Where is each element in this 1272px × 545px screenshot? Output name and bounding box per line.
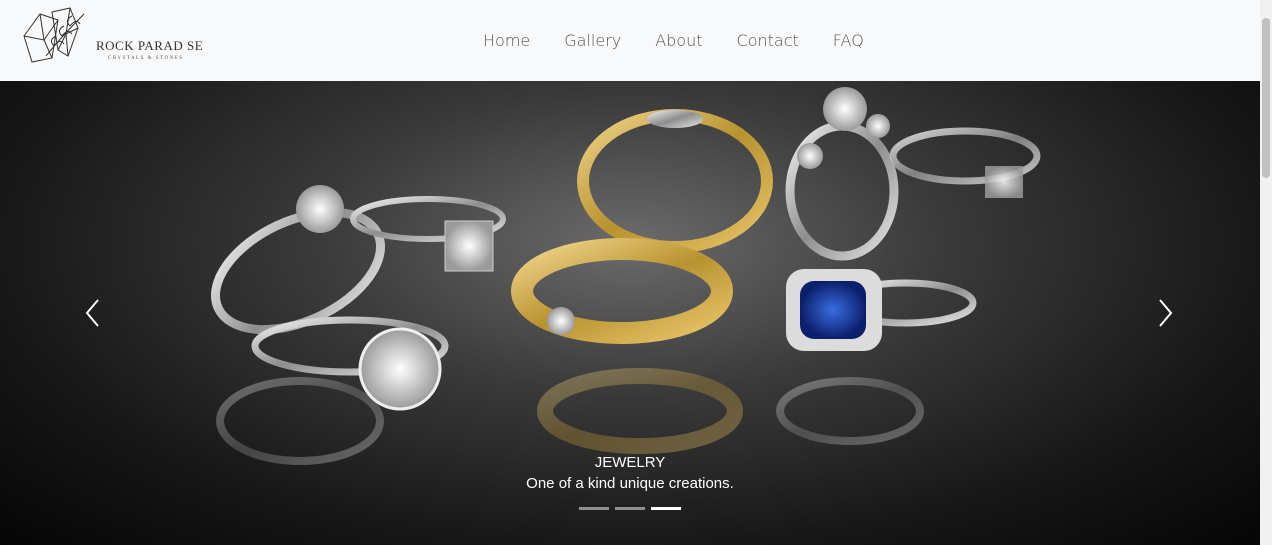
chevron-right-icon: [1159, 299, 1173, 327]
slide-text: One of a kind unique creations.: [526, 475, 734, 492]
slide-title: JEWELRY: [594, 454, 666, 471]
crystal-logo-icon: [23, 7, 85, 63]
brand-name: ROCK PARAD SE: [96, 38, 204, 53]
nav-contact[interactable]: Contact: [720, 31, 816, 50]
carousel-caption: JEWELRY One of a kind unique creations.: [0, 453, 1260, 495]
nav-gallery[interactable]: Gallery: [547, 31, 638, 50]
carousel-indicator-3[interactable]: [651, 507, 681, 510]
nav-faq[interactable]: FAQ: [816, 31, 881, 50]
nav-menu: Home Gallery About Contact FAQ: [466, 0, 881, 81]
nav-about[interactable]: About: [638, 31, 719, 50]
chevron-left-icon: [85, 299, 99, 327]
page-scrollbar[interactable]: [1260, 0, 1272, 545]
hero-carousel: JEWELRY One of a kind unique creations.: [0, 81, 1260, 545]
carousel-indicators: [579, 507, 681, 510]
brand-tagline: CRYSTALS & STONES: [108, 56, 184, 61]
brand-logo[interactable]: ROCK PARAD SE CRYSTALS & STONES: [18, 6, 203, 72]
carousel-indicator-2[interactable]: [615, 507, 645, 510]
nav-home[interactable]: Home: [466, 31, 547, 50]
carousel-indicator-1[interactable]: [579, 507, 609, 510]
navbar: ROCK PARAD SE CRYSTALS & STONES Home Gal…: [0, 0, 1260, 81]
scrollbar-thumb[interactable]: [1262, 18, 1270, 178]
